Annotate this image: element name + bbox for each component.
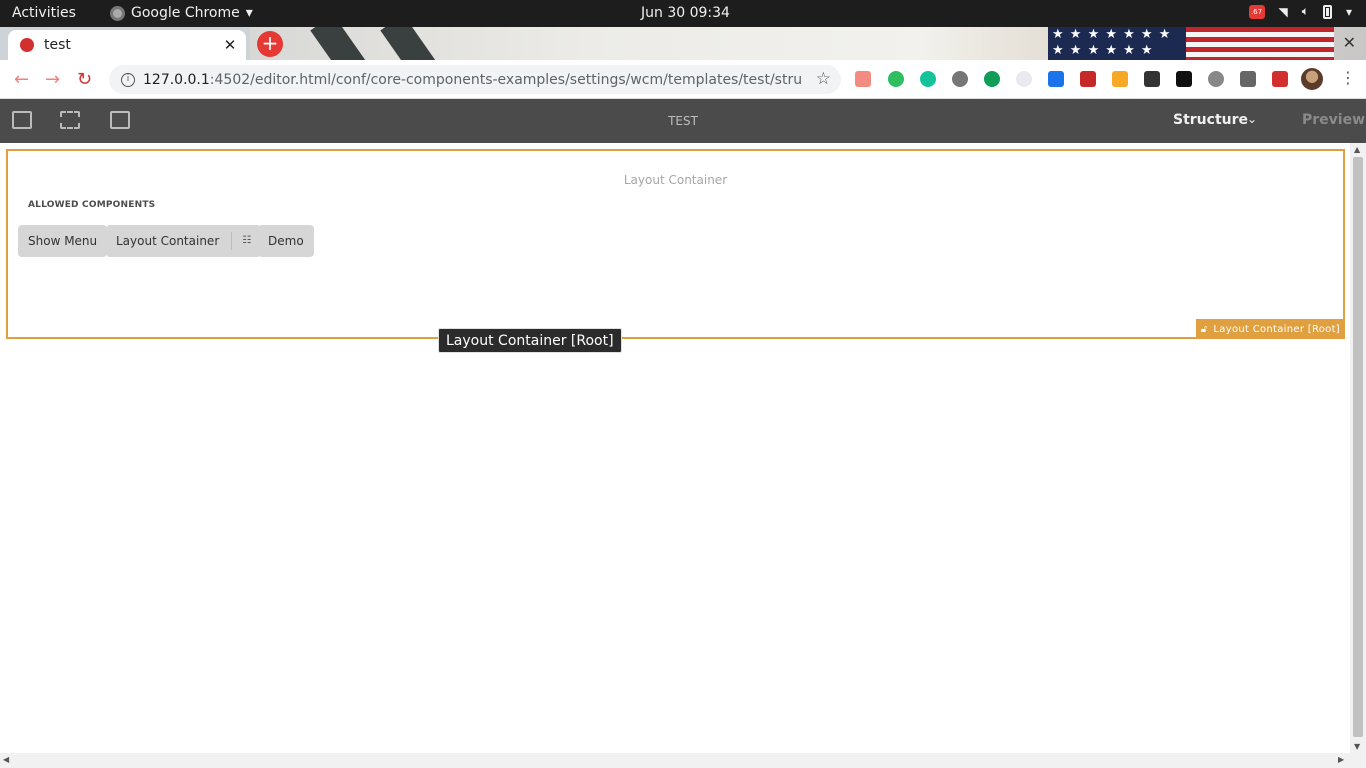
horizontal-scrollbar[interactable]: ◀ ▶ xyxy=(0,753,1366,768)
scroll-right-icon[interactable]: ▶ xyxy=(1338,755,1344,764)
evernote-icon[interactable] xyxy=(888,71,904,87)
scroll-down-icon[interactable]: ▼ xyxy=(1354,742,1360,751)
layout-container-root[interactable]: Layout Container ALLOWED COMPONENTS Show… xyxy=(6,149,1345,339)
chrome-icon xyxy=(110,5,125,21)
tab-title: test xyxy=(44,37,71,53)
editor-canvas: Layout Container ALLOWED COMPONENTS Show… xyxy=(0,143,1350,753)
volume-icon: 🔈︎ xyxy=(1301,4,1309,18)
scrollbar-thumb[interactable] xyxy=(1353,157,1363,737)
window-close-icon[interactable]: ✕ xyxy=(1343,33,1356,52)
component-label: Show Menu xyxy=(28,234,98,248)
clock[interactable]: Jun 30 09:34 xyxy=(641,5,730,21)
browser-tab[interactable]: test ✕ xyxy=(8,30,246,60)
puzzle-icon[interactable] xyxy=(1272,71,1288,87)
component-layout-container[interactable]: Layout Container ☷ xyxy=(106,225,262,257)
editor-toolbar: TEST Structure ⌄ Preview xyxy=(0,99,1366,143)
activities-button[interactable]: Activities xyxy=(12,5,76,21)
scroll-up-icon[interactable]: ▲ xyxy=(1354,145,1360,154)
grammarly-icon[interactable] xyxy=(920,71,936,87)
app-menu[interactable]: Google Chrome ▾ xyxy=(110,5,253,21)
site-info-icon[interactable]: i xyxy=(121,72,135,87)
address-bar[interactable]: i 127.0.0.1:4502/editor.html/conf/core-c… xyxy=(109,65,841,94)
browser-menu-icon[interactable]: ⋮ xyxy=(1340,68,1356,87)
red-extension-icon[interactable] xyxy=(1080,71,1096,87)
profile-avatar[interactable] xyxy=(1301,68,1323,90)
os-top-bar: Activities Google Chrome ▾ Jun 30 09:34 … xyxy=(0,0,1366,27)
system-tray[interactable]: .67 ◥ 🔈︎ ▾ xyxy=(1248,4,1352,19)
favicon-icon xyxy=(20,38,34,52)
url-text: 127.0.0.1:4502/editor.html/conf/core-com… xyxy=(143,71,803,88)
edit-extension-icon[interactable] xyxy=(1112,71,1128,87)
unlock-icon: 🔓︎ xyxy=(1200,323,1208,335)
bookmark-star-icon[interactable]: ☆ xyxy=(816,69,831,89)
chat-extension-icon[interactable] xyxy=(984,71,1000,87)
mode-selector[interactable]: Structure xyxy=(1173,112,1248,128)
tab-strip: ★ ★ ★ ★ ★ ★ ★ ★ ★ ★ ★ ★ ★ test ✕ + ✕ xyxy=(0,27,1366,60)
reload-icon[interactable]: ↻ xyxy=(77,69,92,90)
root-badge[interactable]: 🔓︎ Layout Container [Root] xyxy=(1195,319,1345,339)
page-title: TEST xyxy=(668,114,698,128)
component-label: Layout Container xyxy=(116,234,220,248)
chevron-down-icon[interactable]: ⌄ xyxy=(1247,112,1257,126)
scroll-left-icon[interactable]: ◀ xyxy=(3,755,9,764)
forward-icon[interactable]: → xyxy=(45,69,60,90)
speed-extension-icon[interactable] xyxy=(1016,71,1032,87)
wifi-icon: ◥ xyxy=(1278,4,1288,19)
container-label: Layout Container xyxy=(623,173,728,187)
code-extension-icon[interactable] xyxy=(1208,71,1224,87)
component-show-menu[interactable]: Show Menu xyxy=(18,225,108,257)
policy-icon[interactable]: ☷ xyxy=(231,232,251,250)
font-extension-icon[interactable] xyxy=(1240,71,1256,87)
settings-extension-icon[interactable] xyxy=(952,71,968,87)
app-name: Google Chrome xyxy=(131,5,240,21)
component-label: Demo xyxy=(268,234,304,248)
preview-button[interactable]: Preview xyxy=(1302,112,1365,128)
allowed-components-heading: ALLOWED COMPONENTS xyxy=(28,200,156,210)
back-icon[interactable]: ← xyxy=(14,69,29,90)
theme-flag-stars: ★ ★ ★ ★ ★ ★ ★ ★ ★ ★ ★ ★ ★ xyxy=(1048,27,1186,60)
close-tab-icon[interactable]: ✕ xyxy=(220,36,240,54)
root-badge-label: Layout Container [Root] xyxy=(1213,323,1340,335)
theme-flag-stripes xyxy=(1186,27,1334,60)
new-tab-button[interactable]: + xyxy=(257,31,283,57)
tools-extension-icon[interactable] xyxy=(1048,71,1064,87)
pencil-extension-icon[interactable] xyxy=(1144,71,1160,87)
caret-down-icon: ▾ xyxy=(245,5,253,21)
notification-indicator-icon[interactable]: .67 xyxy=(1248,4,1265,19)
browser-navbar: ← → ↻ i 127.0.0.1:4502/editor.html/conf/… xyxy=(0,60,1366,99)
adobe-extension-icon[interactable] xyxy=(1176,71,1192,87)
tooltip: Layout Container [Root] xyxy=(438,328,622,353)
vertical-scrollbar[interactable]: ▲ ▼ xyxy=(1350,143,1366,753)
component-demo[interactable]: Demo xyxy=(258,225,314,257)
battery-icon xyxy=(1322,4,1332,19)
system-menu-caret-icon[interactable]: ▾ xyxy=(1346,5,1352,19)
extension-icon[interactable] xyxy=(855,71,871,87)
